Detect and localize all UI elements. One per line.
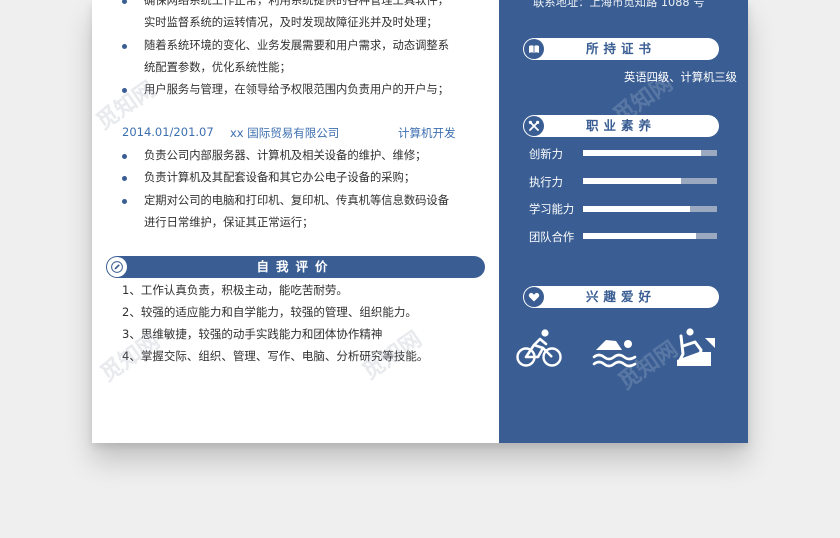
skill-bar (583, 150, 717, 156)
hobbies-header: 兴趣爱好 (523, 286, 719, 308)
self-eval-item: 1、工作认真负责，积极主动，能吃苦耐劳。 (122, 283, 348, 297)
resume-page: 确保网络系统工作正常，利用系统提供的各种管理工具软件， 实时监督系统的运转情况，… (92, 0, 748, 443)
experience-item-line: 实时监督系统的运转情况，及时发现故障征兆并及时处理； (144, 16, 438, 29)
job-position: 计算机开发 (398, 126, 456, 140)
left-column: 确保网络系统工作正常，利用系统提供的各种管理工具软件， 实时监督系统的运转情况，… (92, 0, 499, 443)
skill-label: 创新力 (529, 148, 563, 161)
self-eval-item: 3、思维敏捷，较强的动手实践能力和团体协作精神 (122, 327, 383, 341)
self-eval-title: 自我评价 (256, 259, 335, 274)
right-sidebar: 联系地址：上海市觅知路 1088 号 所持证书 英语四级、计算机三级 职业素养 … (499, 0, 748, 443)
experience-item: 用户服务与管理，在领导给予权限范围内负责用户的开户与； (122, 79, 470, 101)
job-duty-line: 定期对公司的电脑和打印机、复印机、传真机等信息数码设备 (144, 194, 450, 207)
job-duty-item: 负责公司内部服务器、计算机及相关设备的维护、维修； (122, 145, 470, 167)
job-date: 2014.01/201.07 (122, 125, 214, 139)
job-duty-line: 进行日常维护，保证其正常运行； (144, 216, 314, 229)
job-company: xx 国际贸易有限公司 (230, 126, 340, 140)
skill-label: 团队合作 (529, 231, 575, 244)
hobbies-title: 兴趣爱好 (585, 289, 656, 304)
experience-item-line: 统配置参数，优化系统性能； (144, 61, 291, 74)
skill-bar-fill (583, 206, 691, 212)
self-eval-item: 4、掌握交际、组织、管理、写作、电脑、分析研究等技能。 (122, 349, 429, 363)
skill-label: 执行力 (529, 176, 563, 189)
climbing-icon (675, 326, 721, 374)
job-duty-line: 负责公司内部服务器、计算机及相关设备的维护、维修； (144, 149, 427, 162)
skill-label: 学习能力 (529, 203, 575, 216)
experience-item-line: 随着系统环境的变化、业务发展需要和用户需求，动态调整系 (144, 39, 450, 52)
experience-item-line: 用户服务与管理，在领导给予权限范围内负责用户的开户与； (144, 83, 450, 96)
skill-bar-fill (583, 233, 696, 239)
certificates-text: 英语四级、计算机三级 (624, 71, 737, 84)
experience-item-line: 确保网络系统工作正常，利用系统提供的各种管理工具软件， (144, 0, 450, 7)
certificates-header: 所持证书 (523, 38, 719, 60)
bullet-dot (122, 44, 127, 49)
contact-address: 联系地址：上海市觅知路 1088 号 (533, 0, 705, 9)
skill-bar (583, 233, 717, 239)
competence-title: 职业素养 (585, 118, 656, 133)
experience-item: 确保网络系统工作正常，利用系统提供的各种管理工具软件， 实时监督系统的运转情况，… (122, 0, 470, 34)
bullet-dot (122, 88, 127, 93)
bullet-dot (122, 199, 127, 204)
skill-bar-fill (583, 150, 701, 156)
bullet-dot (122, 176, 127, 181)
skill-bar (583, 178, 717, 184)
swimming-icon (592, 326, 638, 374)
certificates-title: 所持证书 (585, 41, 656, 56)
job-duty-line: 负责计算机及其配套设备和其它办公电子设备的采购； (144, 171, 416, 184)
skill-bar (583, 206, 717, 212)
job-duty-item: 负责计算机及其配套设备和其它办公电子设备的采购； (122, 167, 470, 189)
competence-header: 职业素养 (523, 115, 719, 137)
self-eval-item: 2、较强的适应能力和自学能力，较强的管理、组织能力。 (122, 305, 417, 319)
self-eval-header: 自我评价 (106, 256, 485, 278)
cycling-icon (516, 326, 562, 374)
bullet-dot (122, 154, 127, 159)
skill-bar-fill (583, 178, 681, 184)
job-duty-item: 定期对公司的电脑和打印机、复印机、传真机等信息数码设备 进行日常维护，保证其正常… (122, 190, 470, 234)
experience-item: 随着系统环境的变化、业务发展需要和用户需求，动态调整系 统配置参数，优化系统性能… (122, 35, 470, 79)
